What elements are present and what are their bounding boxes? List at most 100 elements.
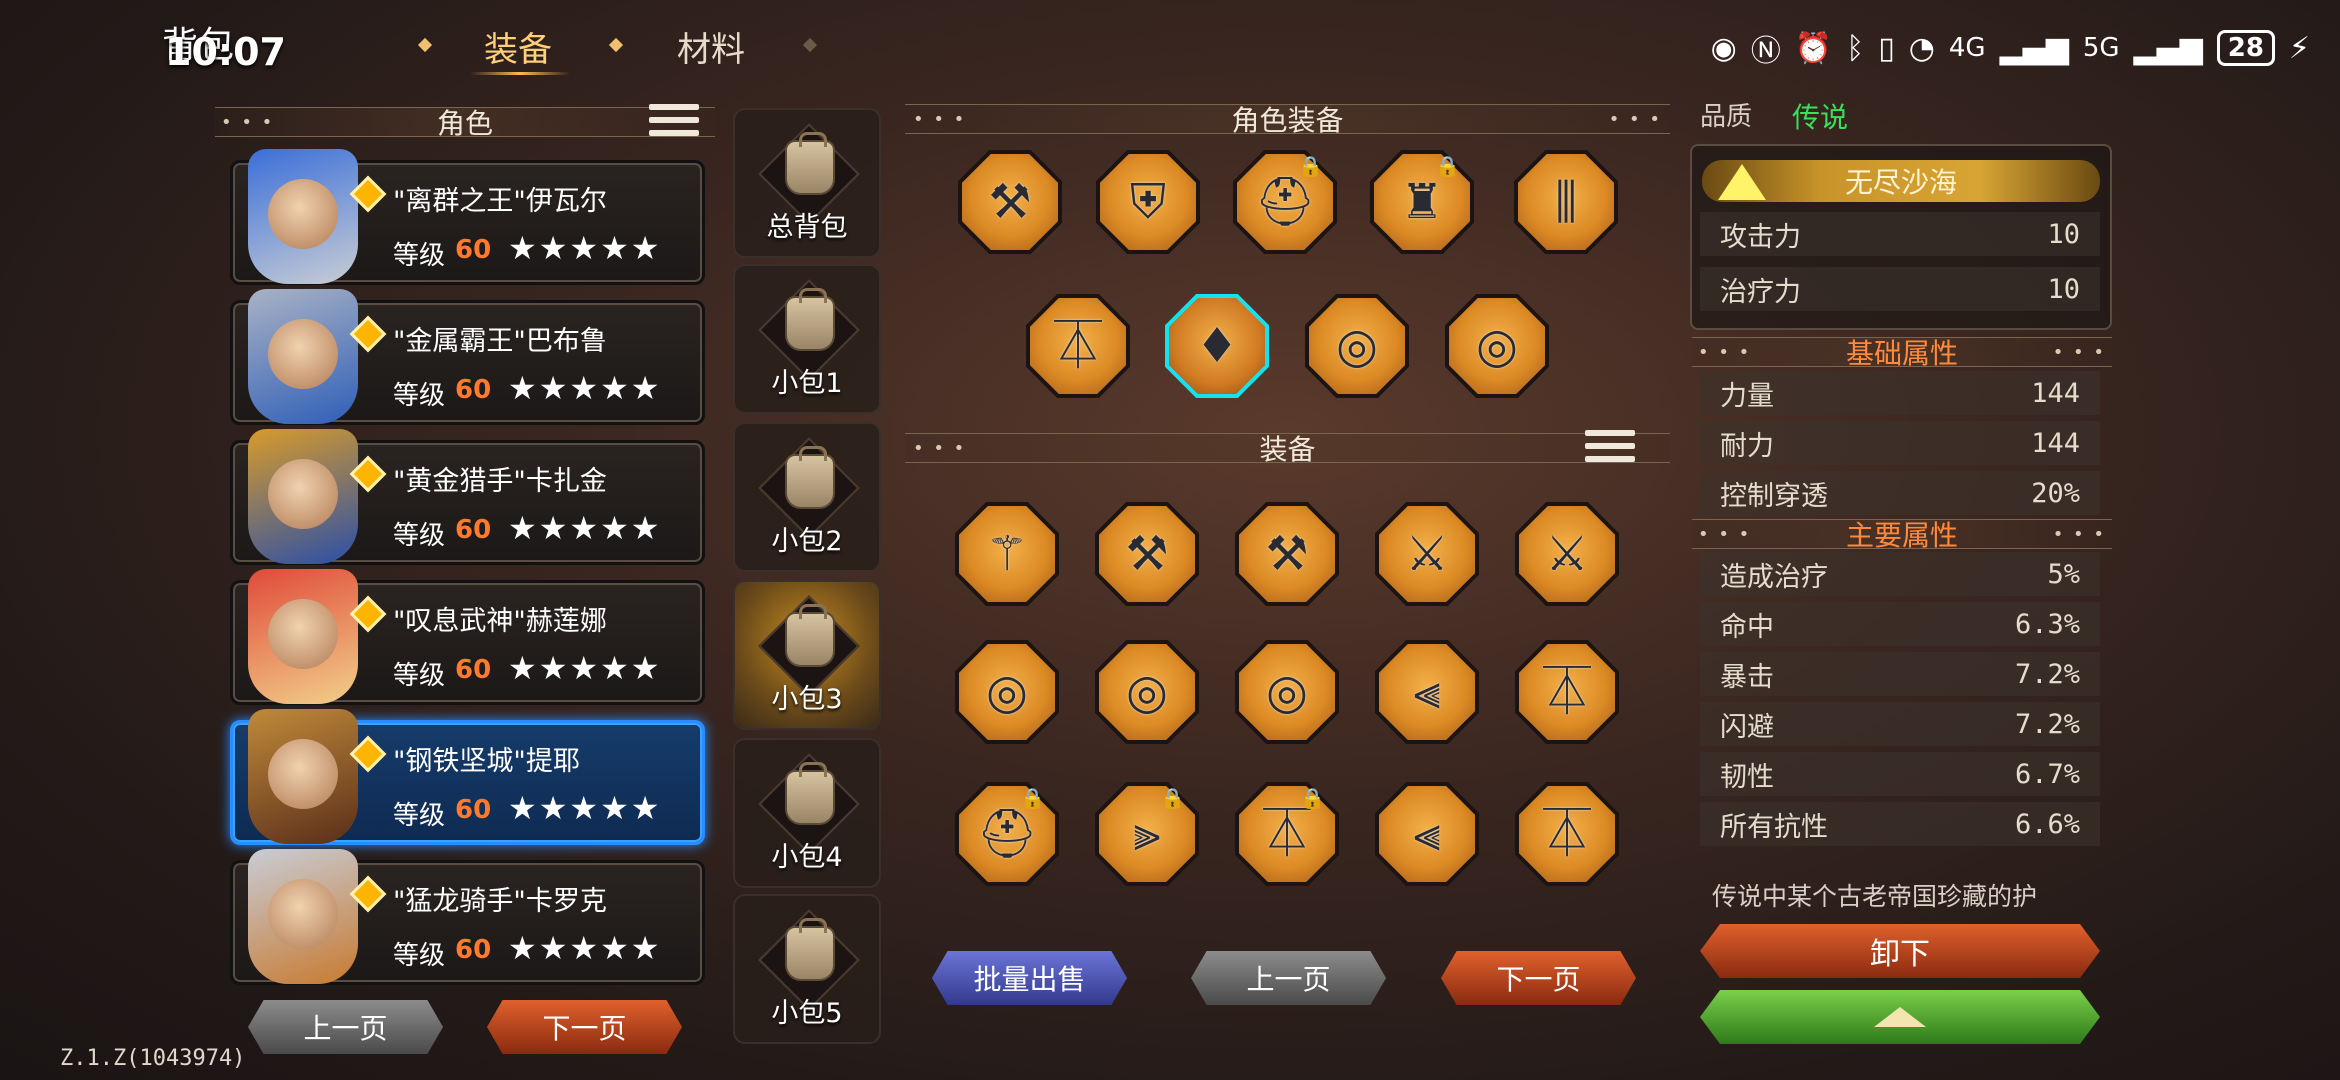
- equipment-slot[interactable]: ⚒: [1095, 502, 1199, 606]
- equipment-slot[interactable]: ⚒: [958, 150, 1062, 254]
- bag-tab[interactable]: 小包2: [733, 422, 881, 572]
- equipment-slot[interactable]: ⏄: [1515, 782, 1619, 886]
- axe-icon: ⚔: [1405, 526, 1449, 582]
- character-card[interactable]: "金属霸王"巴布鲁 等级 60 ★★★★★: [230, 289, 705, 425]
- set-triangle-icon: [1718, 164, 1766, 200]
- level-label: 等级: [393, 381, 446, 411]
- dots-icon: • • •: [1698, 523, 1752, 545]
- axe-icon: ⚔: [1545, 526, 1589, 582]
- stat-name: 耐力: [1720, 430, 1774, 462]
- equipment-slot[interactable]: ⚔: [1375, 502, 1479, 606]
- inventory-prev-page-button[interactable]: 上一页: [1191, 951, 1386, 1005]
- tab-materials[interactable]: 材料: [677, 22, 745, 71]
- filter-list-icon[interactable]: [649, 100, 699, 140]
- character-card[interactable]: "钢铁坚城"提耶 等级 60 ★★★★★: [230, 709, 705, 845]
- character-card[interactable]: "猛龙骑手"卡罗克 等级 60 ★★★★★: [230, 849, 705, 985]
- bag-tab[interactable]: 小包5: [733, 894, 881, 1044]
- signal-icon: ▂▄▆: [2133, 30, 2203, 66]
- character-card[interactable]: "黄金猎手"卡扎金 等级 60 ★★★★★: [230, 429, 705, 565]
- level-label: 等级: [393, 521, 446, 551]
- hammer-icon: ⚒: [1265, 526, 1309, 582]
- backpack-icon: [785, 446, 835, 509]
- inventory-next-page-button[interactable]: 下一页: [1441, 951, 1636, 1005]
- portrait-face: [268, 179, 338, 249]
- char-next-page-button[interactable]: 下一页: [487, 1000, 682, 1054]
- item-description: 传说中某个古老帝国珍藏的护: [1712, 882, 2038, 911]
- equipment-slot[interactable]: ◎: [1445, 294, 1549, 398]
- equipment-slot[interactable]: ⛨: [1096, 150, 1200, 254]
- equipment-slot[interactable]: ⫼: [1514, 150, 1618, 254]
- dots-icon: • • •: [2052, 523, 2106, 545]
- equipment-slot[interactable]: ◎: [1235, 640, 1339, 744]
- equipment-slot[interactable]: ◎: [955, 640, 1059, 744]
- equipment-slot[interactable]: ⚚: [955, 502, 1059, 606]
- level-label: 等级: [393, 801, 446, 831]
- character-card[interactable]: "叹息武神"赫莲娜 等级 60 ★★★★★: [230, 569, 705, 705]
- helmet-icon: ⛑: [1254, 174, 1316, 230]
- equipment-slot[interactable]: ⏄: [1515, 640, 1619, 744]
- equipment-slot[interactable]: ⚔: [1515, 502, 1619, 606]
- equipment-slot[interactable]: ♜ 🔒: [1370, 150, 1474, 254]
- char-prev-page-button[interactable]: 上一页: [248, 1000, 443, 1054]
- bag-tab[interactable]: 总背包: [733, 108, 881, 258]
- bulk-sell-button[interactable]: 批量出售: [932, 951, 1127, 1005]
- equipment-slot[interactable]: ⫷: [1375, 782, 1479, 886]
- basic-attributes-title: 基础属性: [1845, 337, 1958, 370]
- stat-value: 10: [2047, 218, 2080, 250]
- tab-active-underline: [470, 72, 570, 75]
- character-equipment-header: • • • 角色装备 • • •: [905, 104, 1670, 137]
- stat-value: 7.2%: [2014, 708, 2080, 740]
- bag-label: 小包1: [771, 368, 843, 399]
- ring-icon: ◎: [986, 664, 1028, 720]
- level-value: 60: [455, 515, 492, 545]
- portrait-face: [268, 879, 338, 949]
- equipment-slot[interactable]: ◎: [1095, 640, 1199, 744]
- character-name: "猛龙骑手"卡罗克: [393, 886, 607, 917]
- equipment-slot[interactable]: ⏄: [1026, 294, 1130, 398]
- character-name: "金属霸王"巴布鲁: [393, 326, 607, 357]
- backpack-icon: [785, 762, 835, 825]
- network-4g: 4G: [1948, 33, 1986, 63]
- wifi-icon: ◔: [1908, 30, 1935, 66]
- equipment-slot[interactable]: ◎: [1305, 294, 1409, 398]
- tab-equipment[interactable]: 装备: [484, 22, 552, 71]
- character-portrait: [248, 149, 358, 284]
- stat-name: 暴击: [1720, 661, 1774, 693]
- amulet-icon: ♦: [1195, 318, 1239, 374]
- bag-tab[interactable]: 小包4: [733, 738, 881, 888]
- helmet-icon: ⛑: [976, 806, 1038, 862]
- equipment-slot[interactable]: ⫸ 🔒: [1095, 782, 1199, 886]
- equipment-slot[interactable]: ⏄ 🔒: [1235, 782, 1339, 886]
- level-value: 60: [455, 375, 492, 405]
- ring-icon: ◎: [1336, 318, 1378, 374]
- equipment-slot[interactable]: ⛑ 🔒: [1233, 150, 1337, 254]
- upgrade-button[interactable]: [1700, 990, 2100, 1044]
- bag-label: 小包4: [771, 842, 843, 873]
- status-clock: 10:07: [165, 30, 286, 74]
- main-attributes-title: 主要属性: [1845, 519, 1958, 552]
- equipment-slot[interactable]: ♦: [1165, 294, 1269, 398]
- set-name: 无尽沙海: [1844, 166, 1957, 199]
- hammer-icon: ⚒: [988, 174, 1032, 230]
- alarm-icon: ⏰: [1794, 30, 1833, 66]
- character-card[interactable]: "离群之王"伊瓦尔 等级 60 ★★★★★: [230, 149, 705, 285]
- equipment-slot[interactable]: ⛑ 🔒: [955, 782, 1059, 886]
- bag-label: 小包2: [771, 526, 843, 557]
- mace-icon: ⚚: [985, 526, 1029, 582]
- main-attributes-header: • • • 主要属性 • • •: [1692, 519, 2112, 552]
- equipment-slot[interactable]: ⫷: [1375, 640, 1479, 744]
- level-value: 60: [455, 655, 492, 685]
- bag-tab[interactable]: 小包3: [733, 580, 881, 730]
- equipment-slot[interactable]: ⚒: [1235, 502, 1339, 606]
- backpack-icon: [785, 288, 835, 351]
- stat-name: 治疗力: [1720, 276, 1801, 308]
- bag-tab[interactable]: 小包1: [733, 264, 881, 414]
- lock-icon: 🔒: [1020, 786, 1045, 810]
- tab-diamond-icon: [802, 37, 818, 53]
- level-label: 等级: [393, 661, 446, 691]
- bag-label: 总背包: [766, 212, 848, 243]
- unequip-button[interactable]: 卸下: [1700, 924, 2100, 978]
- filter-list-icon[interactable]: [1585, 426, 1635, 466]
- tab-diamond-icon: [608, 37, 624, 53]
- dots-icon: • • •: [2052, 341, 2106, 363]
